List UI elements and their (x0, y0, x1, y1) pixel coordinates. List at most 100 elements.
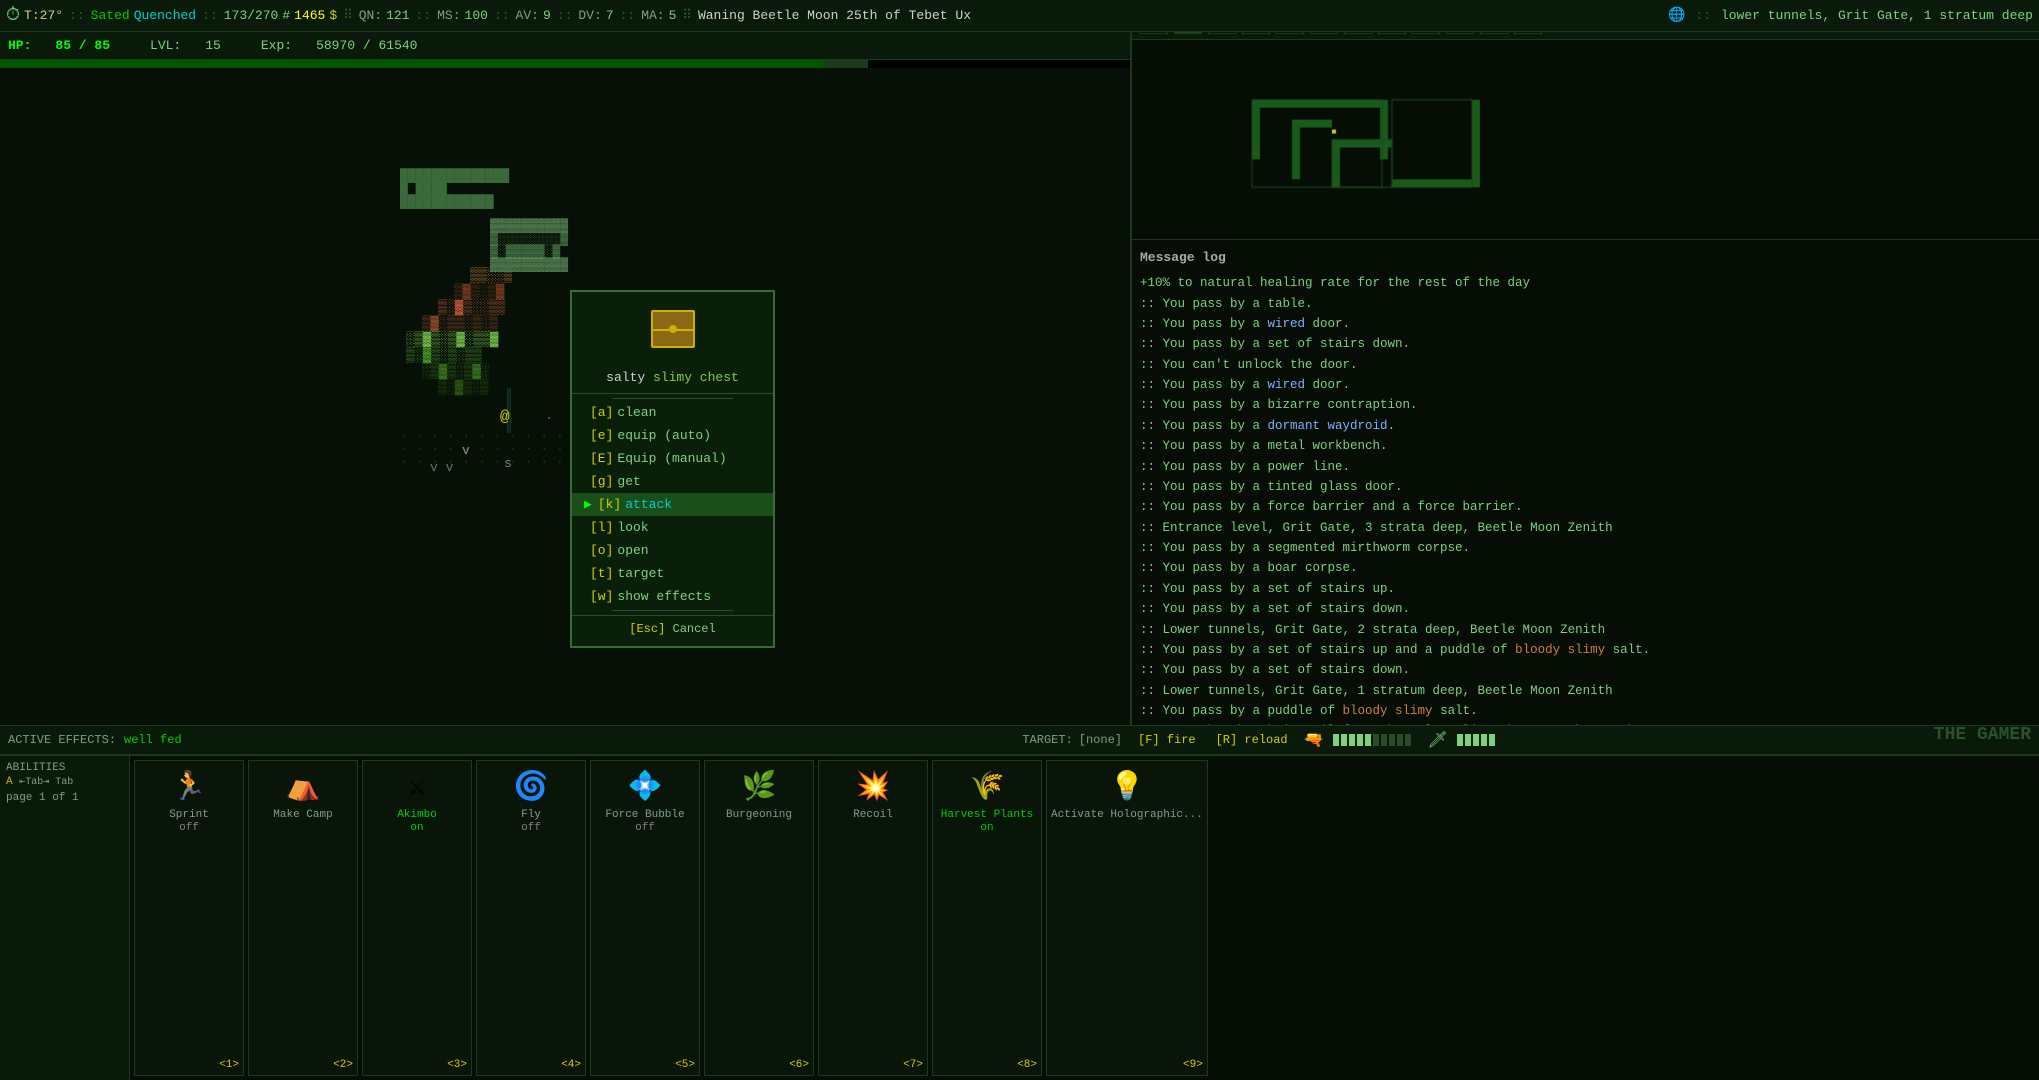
context-menu-footer: [Esc] Cancel (572, 615, 773, 636)
ammo-pip (1349, 734, 1355, 746)
abilities-tabs[interactable]: A ⇤Tab⇥ Tab (6, 776, 123, 788)
msg-link: bloody slimy (1343, 704, 1433, 718)
item-sprite-1: . (545, 408, 553, 424)
turn-icon: ⏱ (6, 5, 20, 26)
ma-label: MA: (641, 8, 664, 23)
menu-item-clean[interactable]: [a] clean (572, 401, 773, 424)
sep2: :: (202, 8, 218, 23)
ammo-pip (1389, 734, 1395, 746)
hotbar-item-make-camp[interactable]: ⛺Make Camp<2> (248, 760, 358, 1076)
hp-current: 173/270 (224, 8, 279, 23)
hotbar-icon: 💠 (628, 769, 663, 804)
hotbar-item-force-bubble[interactable]: 💠Force Bubbleoff<5> (590, 760, 700, 1076)
status-quenched: Quenched (134, 8, 196, 23)
reload-label: [R] reload (1216, 733, 1288, 747)
hotbar-icon: 💡 (1109, 769, 1144, 804)
sep1: :: (69, 8, 85, 23)
cancel-key: [Esc] (629, 622, 665, 636)
message-line: :: Lower tunnels, Grit Gate, 1 stratum d… (1140, 682, 2031, 701)
lvl-label: LVL: (150, 38, 181, 53)
dv-label: DV: (578, 8, 601, 23)
hotbar-item-akimbo[interactable]: ⚔Akimboon<3> (362, 760, 472, 1076)
hotbar-icon: 💥 (856, 769, 891, 804)
hotbar-item-fly[interactable]: 🌀Flyoff<4> (476, 760, 586, 1076)
message-line: :: You pass by a force barrier and a for… (1140, 498, 2031, 517)
hotbar-status: on (410, 822, 423, 834)
moon-phase: Waning Beetle Moon 25th of Tebet Ux (698, 8, 971, 23)
effects-value: well fed (124, 733, 182, 747)
hotbar-item-activate-holographic...[interactable]: 💡Activate Holographic...<9> (1046, 760, 1208, 1076)
exp-bar-fill (0, 60, 825, 68)
ma-val: 5 (669, 8, 677, 23)
hotbar-item-burgeoning[interactable]: 🌿 Burgeoning <6> (704, 760, 814, 1076)
creature-1: s (504, 456, 512, 471)
ammo-pip-2 (1481, 734, 1487, 746)
msg-end: door. (1305, 317, 1350, 331)
chest-icon (651, 310, 695, 348)
hotbar-item-harvest-plants[interactable]: 🌾Harvest Plantson<8> (932, 760, 1042, 1076)
hotbar-label: Burgeoning (726, 808, 792, 822)
hotbar-icon: 🌿 (742, 769, 777, 804)
exp-value: 58970 / 61540 (316, 38, 417, 53)
hotbar: 🏃Sprintoff<1>⛺Make Camp<2>⚔Akimboon<3>🌀F… (130, 755, 2039, 1080)
hotbar-key: <6> (789, 1059, 809, 1071)
ammo-pip-2 (1465, 734, 1471, 746)
menu-item-Equip-(manual)[interactable]: [E] Equip (manual) (572, 447, 773, 470)
hotbar-key: <9> (1183, 1059, 1203, 1071)
menu-item-open[interactable]: [o] open (572, 539, 773, 562)
chest-name-salty: salty (606, 370, 645, 385)
second-status-bar: HP: 85 / 85 LVL: 15 Exp: 58970 / 61540 (0, 32, 1130, 60)
message-line: :: You can't unlock the door. (1140, 356, 2031, 375)
message-line: +10% to natural healing rate for the res… (1140, 274, 2031, 293)
hotbar-status: off (635, 822, 655, 834)
menu-label: open (617, 543, 648, 558)
exp-bar (0, 60, 868, 68)
abilities-bar: ABILITIES A ⇤Tab⇥ Tab page 1 of 1 (0, 755, 130, 1080)
message-line: :: You pass by a metal workbench. (1140, 437, 2031, 456)
menu-key: [o] (590, 543, 613, 558)
effects-label: ACTIVE EFFECTS: (8, 733, 116, 747)
menu-item-target[interactable]: [t] target (572, 562, 773, 585)
creature-3: v v (430, 460, 453, 475)
ammo-pip (1397, 734, 1403, 746)
hotbar-key: <1> (219, 1059, 239, 1071)
message-line: :: You pass by a segmented mirthworm cor… (1140, 539, 2031, 558)
abilities-title: ABILITIES (6, 762, 123, 774)
dungeon-struct-4: ▓▓▓▓▓▓▓▓▓▓ (490, 257, 568, 272)
message-line: :: You pass by a table. (1140, 295, 2031, 314)
top-status-bar: ⏱ T:27° :: Sated Quenched :: 173/270 # 1… (0, 0, 2039, 32)
message-line: :: You pass by a set of stairs down. (1140, 600, 2031, 619)
exp-label: Exp: (261, 38, 292, 53)
message-line: :: You pass by a wired door. (1140, 315, 2031, 334)
message-line: :: You pass by a tinted glass door. (1140, 478, 2031, 497)
message-line: :: You pass by a dormant waydroid. (1140, 417, 2031, 436)
hotbar-item-recoil[interactable]: 💥Recoil<7> (818, 760, 928, 1076)
msg-link: wired (1268, 378, 1306, 392)
menu-item-get[interactable]: [g] get (572, 470, 773, 493)
cancel-text: Cancel (673, 622, 716, 636)
msg-link: wired (1268, 317, 1306, 331)
gold-symbol: $ (329, 8, 337, 23)
sep7: :: (620, 8, 636, 23)
menu-item-show-effects[interactable]: [w] show effects (572, 585, 773, 608)
msg-text: :: You pass by a (1140, 378, 1268, 392)
game-viewport: ▒▒░░▒ ▒▓▒░▒▓ ▒░▓▒░░▒▒ ▒▓░▒▒░▒░▒ ░▒▓▒░▒▓░… (0, 68, 1130, 768)
menu-item-look[interactable]: [l] look (572, 516, 773, 539)
hotbar-icon: ⛺ (286, 769, 321, 804)
menu-item-attack[interactable]: ▶[k] attack (572, 493, 773, 516)
hp-label: HP: (8, 38, 31, 53)
menu-item-equip-(auto)[interactable]: [e] equip (auto) (572, 424, 773, 447)
msg-text: :: You pass by a set of stairs up and a … (1140, 643, 1515, 657)
hotbar-item-sprint[interactable]: 🏃Sprintoff<1> (134, 760, 244, 1076)
sep5: :: (494, 8, 510, 23)
menu-separator-2 (612, 610, 733, 611)
fire-reload-bar: [F] fire [R] reload 🔫 🗡 (1130, 725, 2039, 755)
ammo-pip (1373, 734, 1379, 746)
msg-text: :: You pass by a puddle of (1140, 704, 1343, 718)
message-line: :: You pass by a set of stairs down. (1140, 335, 2031, 354)
hp-value: 85 / 85 (55, 38, 110, 53)
mini-map (1132, 40, 2039, 240)
menu-label: look (617, 520, 648, 535)
message-line: :: You pass by a set of stairs up. (1140, 580, 2031, 599)
location-display: 🌐 :: lower tunnels, Grit Gate, 1 stratum… (1668, 7, 2033, 24)
